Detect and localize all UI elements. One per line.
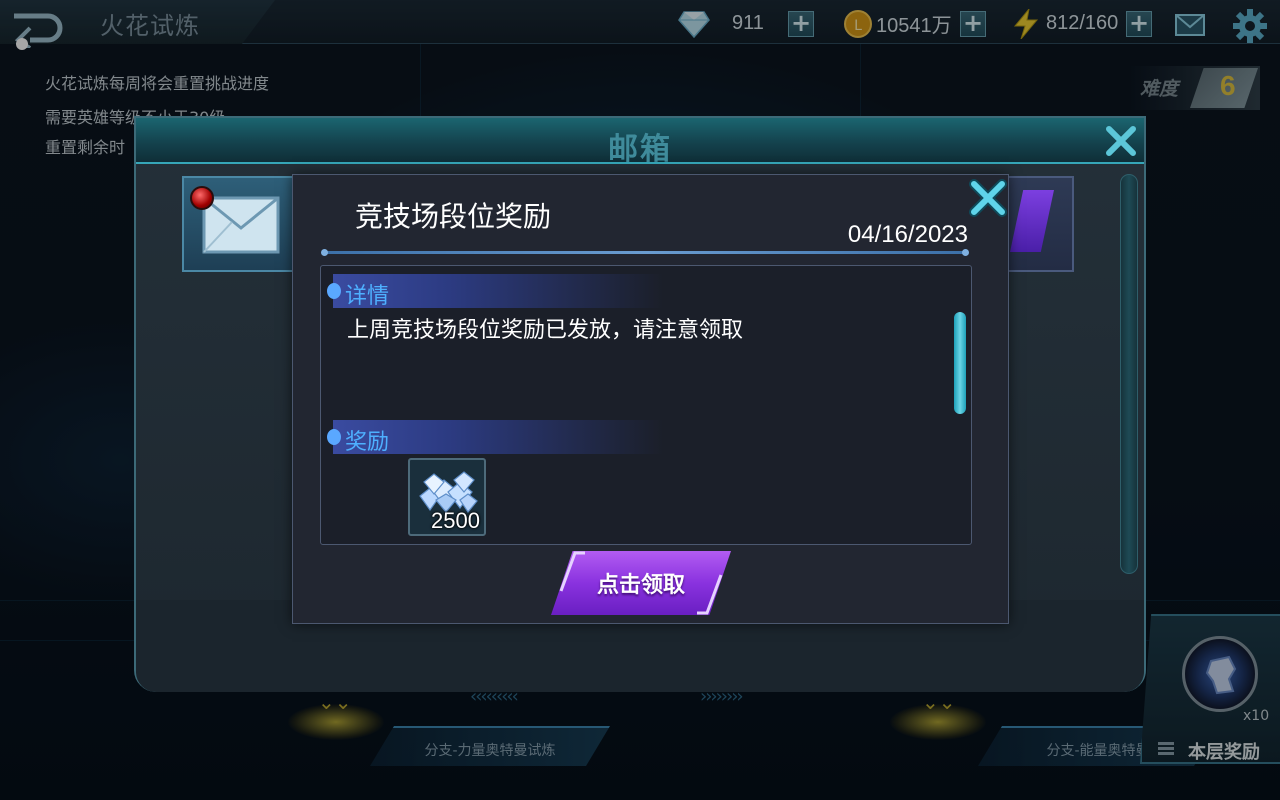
claim-button[interactable]: 点击领取 — [551, 551, 731, 615]
mailbox-header: 邮箱 — [136, 118, 1144, 167]
claim-button-label: 点击领取 — [596, 573, 685, 598]
details-section-header: 详情 — [327, 274, 663, 309]
mail-list-item[interactable] — [182, 176, 294, 272]
mailbox-close-icon[interactable] — [1104, 124, 1138, 158]
mail-detail-dialog: 竞技场段位奖励 04/16/2023 详情 上周竞技场段位奖励已发放，请注意领取… — [292, 174, 1009, 624]
details-heading: 详情 — [345, 284, 390, 309]
mailbox-scrollbar[interactable] — [1120, 174, 1138, 574]
mail-title: 竞技场段位奖励 — [355, 200, 552, 233]
section-bullet-icon — [327, 429, 341, 445]
content-scrollbar[interactable] — [954, 312, 966, 414]
mail-content-box: 详情 上周竞技场段位奖励已发放，请注意领取 奖励 2500 — [320, 265, 972, 545]
mail-body-text: 上周竞技场段位奖励已发放，请注意领取 — [347, 318, 744, 343]
mail-list-item-secondary[interactable] — [1002, 176, 1074, 272]
envelope-icon — [202, 196, 280, 254]
rewards-heading: 奖励 — [345, 430, 390, 455]
purple-tab-decoration — [1010, 190, 1054, 252]
unread-dot-icon — [190, 186, 214, 210]
title-divider — [321, 249, 969, 256]
mailbox-title: 邮箱 — [608, 132, 672, 167]
close-icon[interactable] — [967, 177, 1009, 219]
reward-item-count: 2500 — [431, 508, 480, 533]
mail-date: 04/16/2023 — [847, 221, 968, 248]
section-bullet-icon — [327, 283, 341, 299]
reward-item-slot[interactable]: 2500 — [408, 458, 486, 536]
rewards-section-header: 奖励 — [327, 420, 663, 455]
